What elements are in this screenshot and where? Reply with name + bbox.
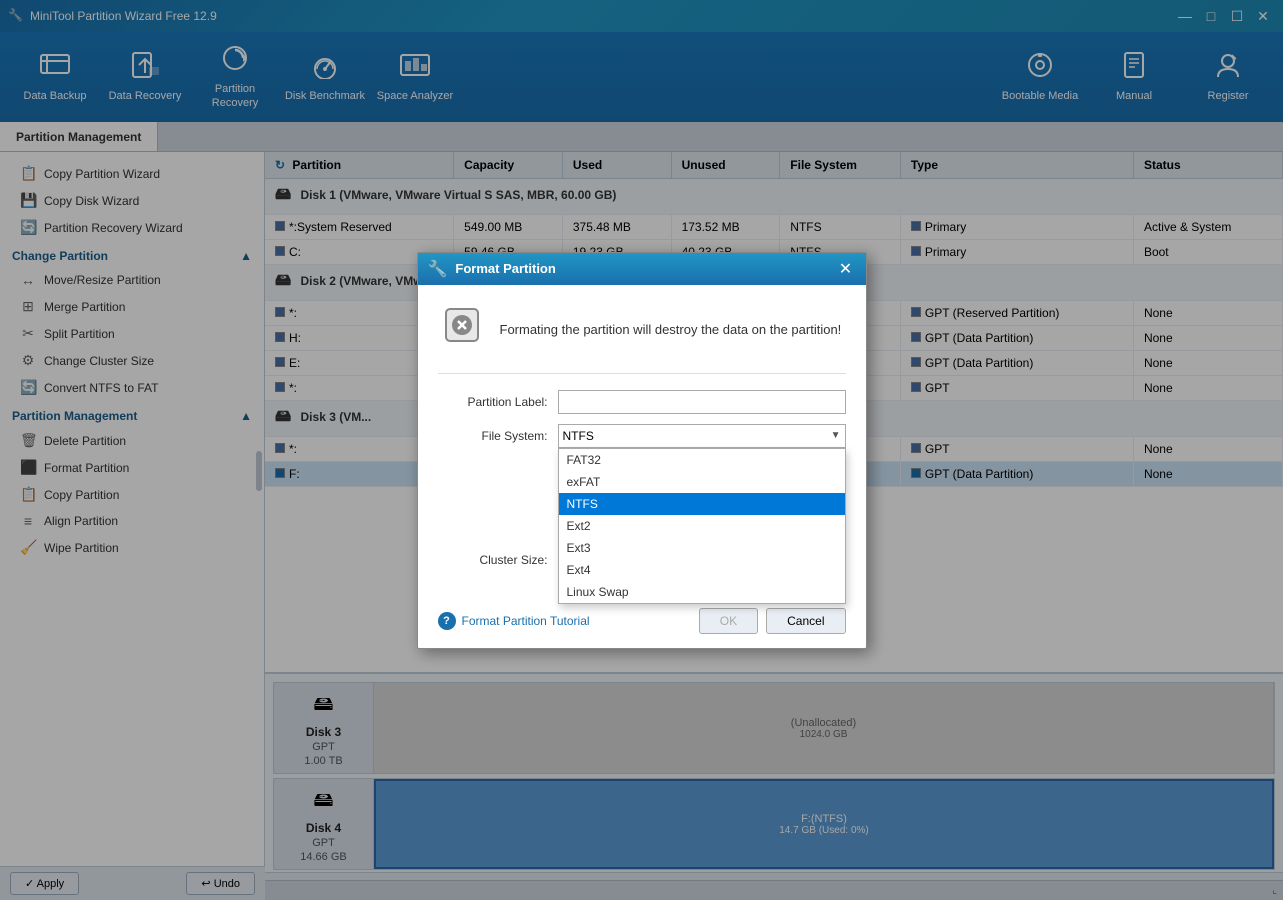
- option-linux-swap[interactable]: Linux Swap: [559, 581, 845, 603]
- file-system-select-wrap: NTFS ▼ FAT32 exFAT NTFS Ext2 Ext3 Ext4 L…: [558, 424, 846, 448]
- option-ext2[interactable]: Ext2: [559, 515, 845, 537]
- partition-label-input[interactable]: [558, 390, 846, 414]
- modal-title-bar: 🔧 Format Partition ✕: [418, 253, 866, 285]
- partition-label-label: Partition Label:: [438, 395, 558, 409]
- cancel-button[interactable]: Cancel: [766, 608, 845, 634]
- warning-row: Formating the partition will destroy the…: [438, 301, 846, 374]
- cluster-size-label: Cluster Size:: [438, 553, 558, 567]
- modal-overlay[interactable]: 🔧 Format Partition ✕ Formating the parti…: [0, 0, 1283, 900]
- modal-title-icon: 🔧: [428, 259, 448, 279]
- modal-close-button[interactable]: ✕: [836, 259, 856, 279]
- file-system-display[interactable]: NTFS ▼: [558, 424, 846, 448]
- modal-footer: ? Format Partition Tutorial OK Cancel: [418, 598, 866, 648]
- option-exfat[interactable]: exFAT: [559, 471, 845, 493]
- option-ext4[interactable]: Ext4: [559, 559, 845, 581]
- modal-title-text: Format Partition: [455, 261, 827, 276]
- format-partition-modal: 🔧 Format Partition ✕ Formating the parti…: [417, 252, 867, 649]
- help-link[interactable]: ? Format Partition Tutorial: [438, 612, 590, 630]
- file-system-label: File System:: [438, 429, 558, 443]
- modal-btn-group: OK Cancel: [699, 608, 846, 634]
- ok-button[interactable]: OK: [699, 608, 758, 634]
- warning-text: Formating the partition will destroy the…: [500, 322, 842, 337]
- dropdown-arrow-icon: ▼: [831, 430, 841, 441]
- help-icon: ?: [438, 612, 456, 630]
- file-system-dropdown: FAT32 exFAT NTFS Ext2 Ext3 Ext4 Linux Sw…: [558, 448, 846, 604]
- warning-icon: [438, 301, 486, 359]
- modal-body: Formating the partition will destroy the…: [418, 285, 866, 598]
- option-ext3[interactable]: Ext3: [559, 537, 845, 559]
- option-ntfs[interactable]: NTFS: [559, 493, 845, 515]
- partition-label-row: Partition Label:: [438, 390, 846, 414]
- option-fat32[interactable]: FAT32: [559, 449, 845, 471]
- file-system-row: File System: NTFS ▼ FAT32 exFAT NTFS Ext…: [438, 424, 846, 448]
